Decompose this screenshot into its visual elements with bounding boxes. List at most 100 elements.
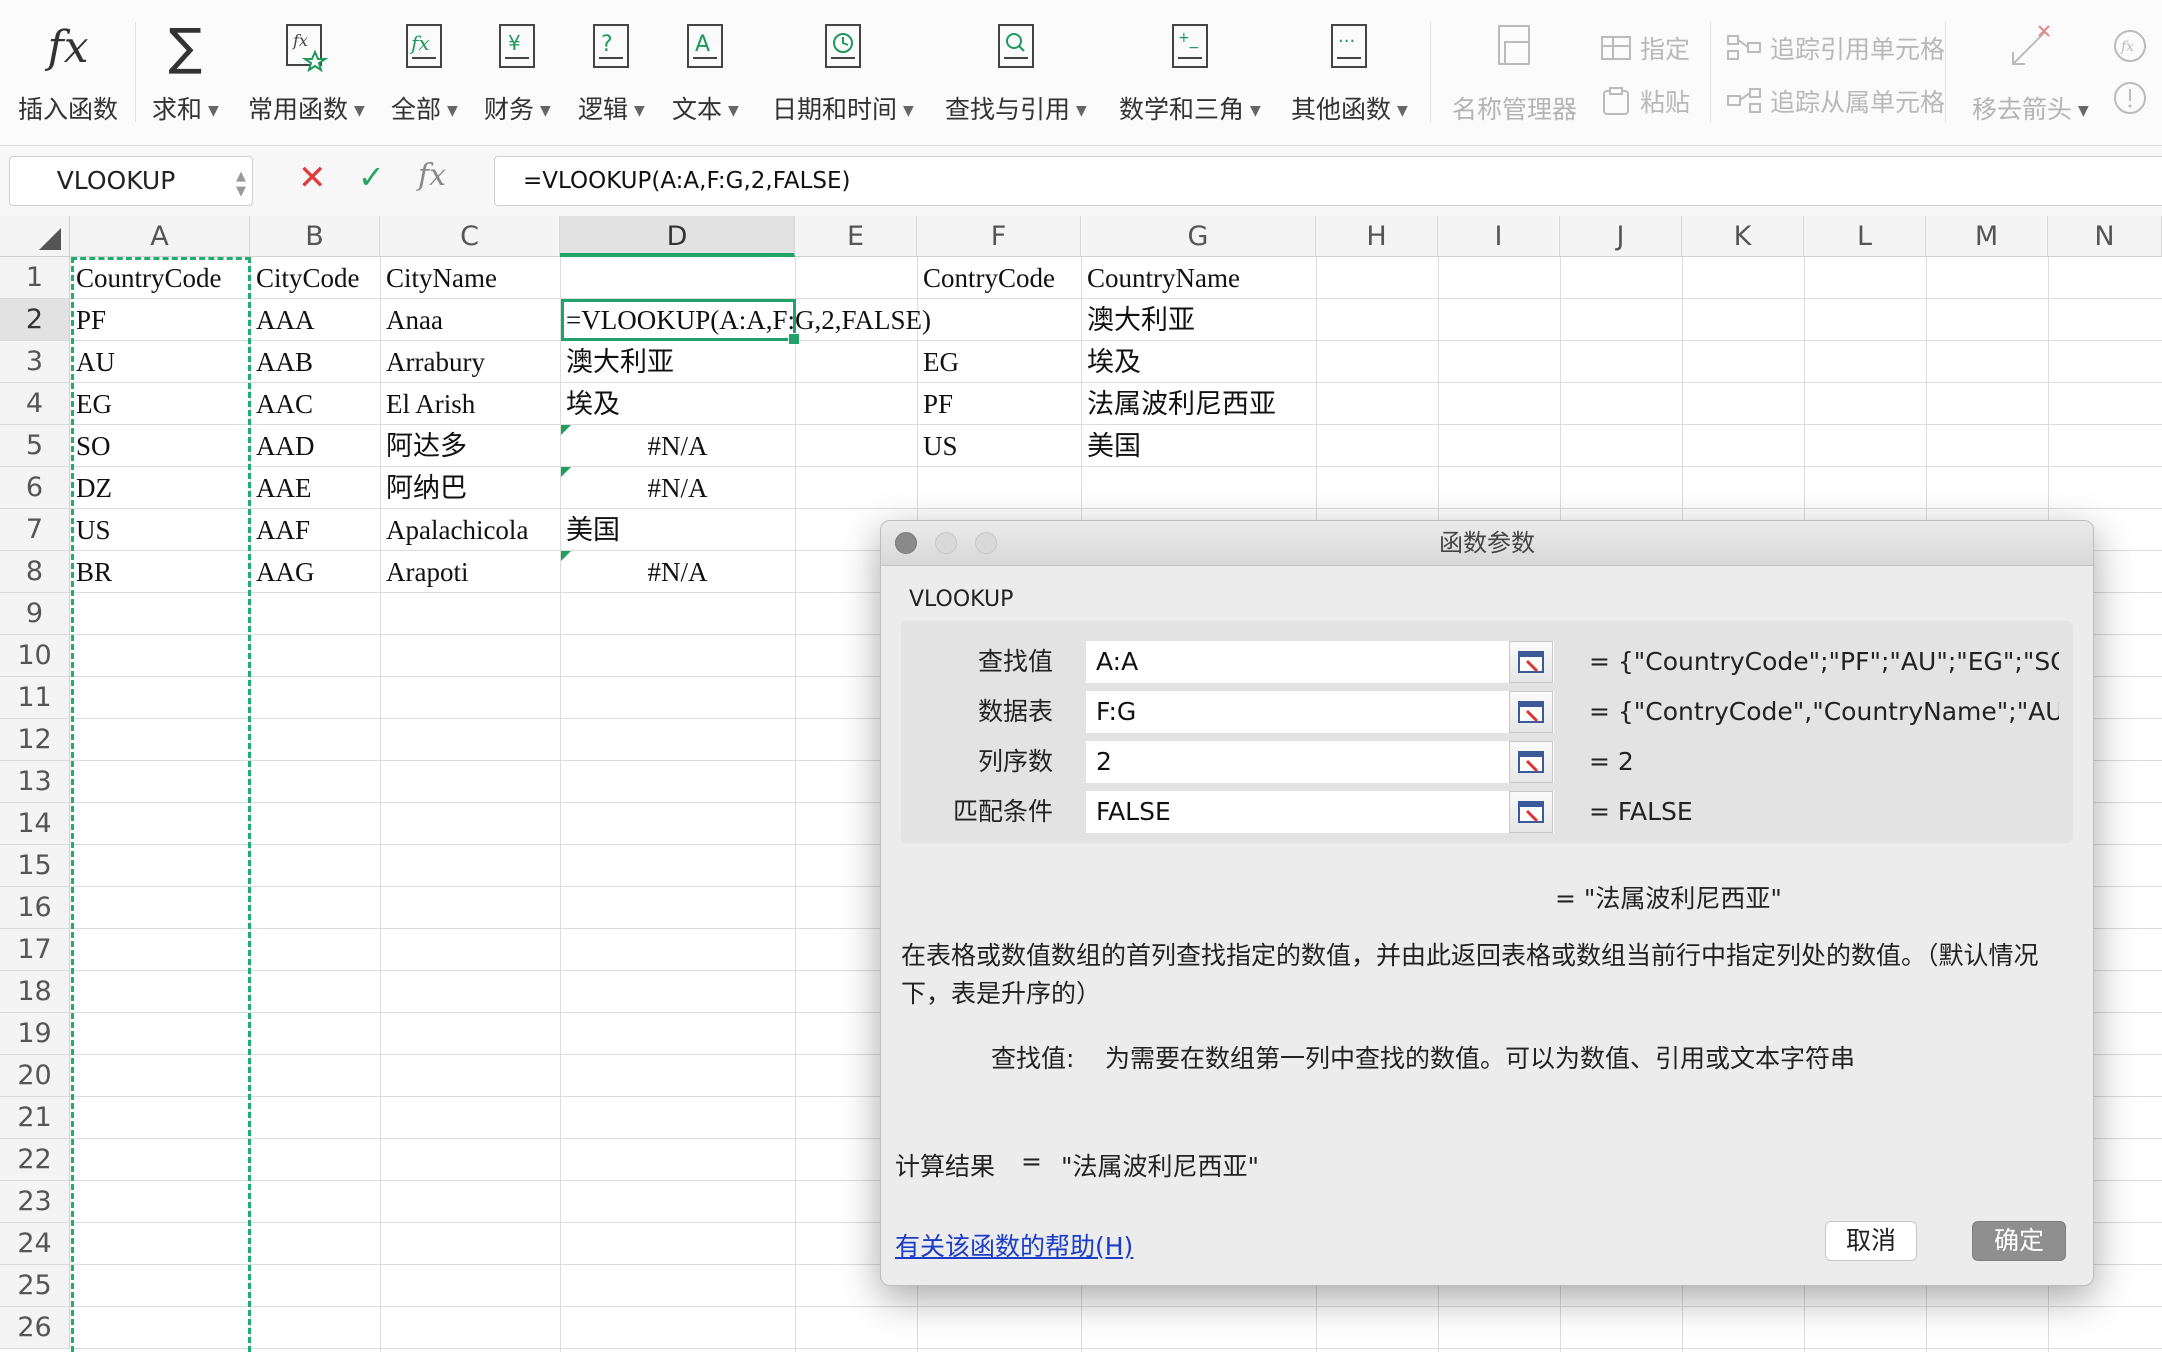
row-header-4[interactable]: 4 — [0, 383, 70, 425]
all-functions-button[interactable]: fx 全部 ▼ — [391, 18, 458, 126]
cell-d5[interactable]: #N/A — [566, 425, 789, 467]
cell-g3[interactable]: 埃及 — [1087, 341, 1141, 383]
error-check-button[interactable] — [2112, 80, 2156, 116]
logic-button[interactable]: ? 逻辑 ▼ — [578, 18, 645, 126]
ok-button[interactable]: 确定 — [1972, 1221, 2066, 1261]
cell-f4[interactable]: PF — [923, 383, 953, 425]
common-functions-button[interactable]: fx 常用函数 ▼ — [248, 18, 365, 126]
remove-arrows-button[interactable]: 移去箭头 ▼ — [1972, 18, 2089, 126]
row-header-22[interactable]: 22 — [0, 1139, 70, 1181]
formula-input[interactable]: =VLOOKUP(A:A,F:G,2,FALSE) — [494, 156, 2162, 206]
cell-d8[interactable]: #N/A — [566, 551, 789, 593]
cell-d4[interactable]: 埃及 — [566, 383, 620, 425]
column-header-c[interactable]: C — [380, 216, 560, 257]
row-header-8[interactable]: 8 — [0, 551, 70, 593]
column-header-j[interactable]: J — [1560, 216, 1682, 257]
column-header-g[interactable]: G — [1081, 216, 1316, 257]
cell-b4[interactable]: AAC — [256, 383, 313, 425]
row-header-13[interactable]: 13 — [0, 761, 70, 803]
cell-c8[interactable]: Arapoti — [386, 551, 468, 593]
row-header-2[interactable]: 2 — [0, 299, 70, 341]
row-header-7[interactable]: 7 — [0, 509, 70, 551]
column-header-d[interactable]: D — [560, 216, 795, 257]
cell-d3[interactable]: 澳大利亚 — [566, 341, 674, 383]
cancel-formula-icon[interactable]: ✕ — [298, 158, 327, 198]
column-header-e[interactable]: E — [795, 216, 917, 257]
cell-b3[interactable]: AAB — [256, 341, 313, 383]
column-header-h[interactable]: H — [1316, 216, 1438, 257]
column-header-i[interactable]: I — [1438, 216, 1560, 257]
cell-c7[interactable]: Apalachicola — [386, 509, 528, 551]
show-formulas-button[interactable]: fx — [2112, 28, 2156, 64]
range-select-icon[interactable] — [1509, 641, 1553, 683]
row-header-21[interactable]: 21 — [0, 1097, 70, 1139]
row-header-3[interactable]: 3 — [0, 341, 70, 383]
column-header-a[interactable]: A — [70, 216, 250, 257]
row-header-11[interactable]: 11 — [0, 677, 70, 719]
cell-d7[interactable]: 美国 — [566, 509, 620, 551]
cell-c2[interactable]: Anaa — [386, 299, 443, 341]
row-header-24[interactable]: 24 — [0, 1223, 70, 1265]
confirm-formula-icon[interactable]: ✓ — [358, 158, 385, 196]
cell-f5[interactable]: US — [923, 425, 958, 467]
row-header-19[interactable]: 19 — [0, 1013, 70, 1055]
paste-name-button[interactable]: 粘贴 — [1600, 83, 1690, 119]
trace-dependents-button[interactable]: 追踪从属单元格 — [1726, 83, 1945, 119]
range-select-icon[interactable] — [1509, 791, 1553, 833]
cell-g4[interactable]: 法属波利尼西亚 — [1087, 383, 1276, 425]
arg-col-index-input[interactable]: 2 — [1086, 741, 1554, 783]
row-header-26[interactable]: 26 — [0, 1307, 70, 1349]
row-header-20[interactable]: 20 — [0, 1055, 70, 1097]
name-manager-button[interactable]: 名称管理器 — [1452, 18, 1577, 126]
define-name-button[interactable]: 指定 — [1600, 30, 1690, 66]
text-button[interactable]: A 文本 ▼ — [672, 18, 739, 126]
cancel-button[interactable]: 取消 — [1825, 1221, 1917, 1261]
cell-b7[interactable]: AAF — [256, 509, 310, 551]
cell-b1[interactable]: CityCode — [256, 257, 360, 299]
arg-table-array-input[interactable]: F:G — [1086, 691, 1554, 733]
cell-c4[interactable]: El Arish — [386, 383, 475, 425]
arg-lookup-value-input[interactable]: A:A — [1086, 641, 1554, 683]
date-time-button[interactable]: 日期和时间 ▼ — [772, 18, 914, 126]
row-header-5[interactable]: 5 — [0, 425, 70, 467]
select-all-corner[interactable] — [0, 216, 70, 257]
cell-b2[interactable]: AAA — [256, 299, 315, 341]
cell-c6[interactable]: 阿纳巴 — [386, 467, 467, 509]
row-header-18[interactable]: 18 — [0, 971, 70, 1013]
cell-f1[interactable]: ContryCode — [923, 257, 1055, 299]
math-trig-button[interactable]: + − 数学和三角 ▼ — [1119, 18, 1261, 126]
cell-b5[interactable]: AAD — [256, 425, 315, 467]
cell-g5[interactable]: 美国 — [1087, 425, 1141, 467]
sum-button[interactable]: ∑ 求和 ▼ — [152, 18, 219, 126]
row-header-15[interactable]: 15 — [0, 845, 70, 887]
row-header-17[interactable]: 17 — [0, 929, 70, 971]
cell-c1[interactable]: CityName — [386, 257, 497, 299]
row-header-6[interactable]: 6 — [0, 467, 70, 509]
function-help-link[interactable]: 有关该函数的帮助(H) — [895, 1227, 1133, 1263]
column-header-k[interactable]: K — [1682, 216, 1804, 257]
column-header-m[interactable]: M — [1926, 216, 2048, 257]
row-header-14[interactable]: 14 — [0, 803, 70, 845]
cell-c5[interactable]: 阿达多 — [386, 425, 467, 467]
cell-g2[interactable]: 澳大利亚 — [1087, 299, 1195, 341]
finance-button[interactable]: ¥ 财务 ▼ — [484, 18, 551, 126]
name-box[interactable]: VLOOKUP ▲ ▼ — [9, 156, 253, 206]
cell-d6[interactable]: #N/A — [566, 467, 789, 509]
column-header-b[interactable]: B — [250, 216, 380, 257]
trace-precedents-button[interactable]: 追踪引用单元格 — [1726, 30, 1945, 66]
row-header-16[interactable]: 16 — [0, 887, 70, 929]
cell-g1[interactable]: CountryName — [1087, 257, 1240, 299]
cell-f3[interactable]: EG — [923, 341, 959, 383]
lookup-reference-button[interactable]: 查找与引用 ▼ — [945, 18, 1087, 126]
row-header-10[interactable]: 10 — [0, 635, 70, 677]
row-header-23[interactable]: 23 — [0, 1181, 70, 1223]
range-select-icon[interactable] — [1509, 741, 1553, 783]
column-header-n[interactable]: N — [2048, 216, 2162, 257]
column-header-l[interactable]: L — [1804, 216, 1926, 257]
insert-function-button[interactable]: fx 插入函数 — [18, 18, 118, 126]
cell-c3[interactable]: Arrabury — [386, 341, 485, 383]
row-header-25[interactable]: 25 — [0, 1265, 70, 1307]
row-header-12[interactable]: 12 — [0, 719, 70, 761]
cell-b8[interactable]: AAG — [256, 551, 315, 593]
column-header-f[interactable]: F — [917, 216, 1081, 257]
